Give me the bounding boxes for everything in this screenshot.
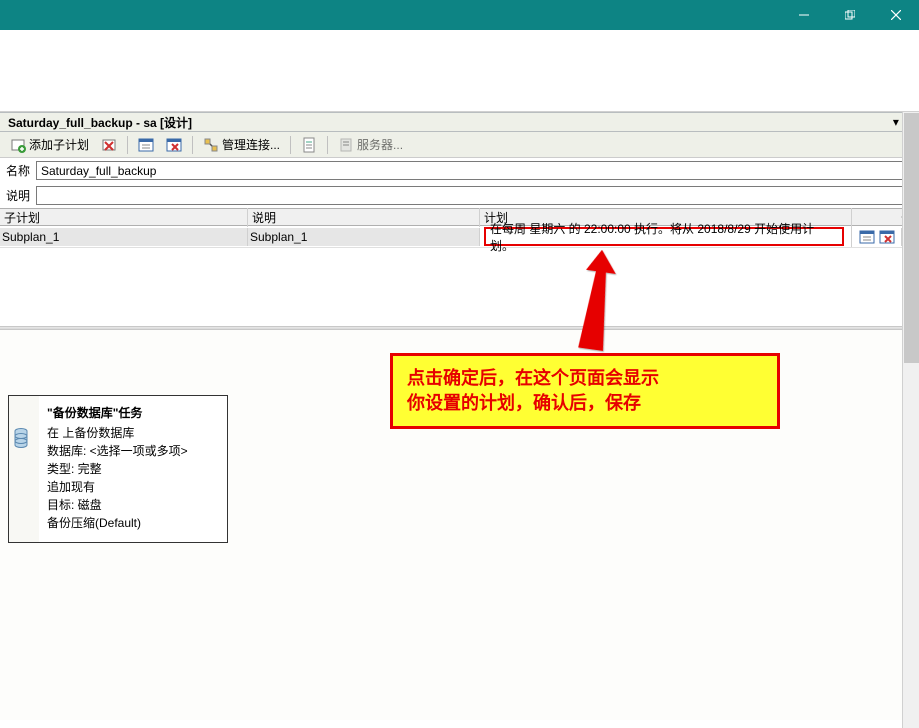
- task-line-4: 目标: 磁盘: [47, 496, 188, 514]
- backup-task-card[interactable]: "备份数据库"任务 在 上备份数据库 数据库: <选择一项或多项> 类型: 完整…: [8, 395, 228, 543]
- desc-label: 说明: [6, 187, 36, 204]
- task-title: "备份数据库"任务: [47, 404, 188, 422]
- task-line-2: 类型: 完整: [47, 460, 188, 478]
- manage-connections-button[interactable]: 管理连接...: [199, 134, 284, 155]
- subplan-plan-cell: 在每周 星期六 的 22:00:00 执行。将从 2018/8/29 开始使用计…: [484, 227, 844, 246]
- callout-line-2: 你设置的计划，确认后，保存: [407, 391, 763, 416]
- task-line-3: 追加现有: [47, 478, 188, 496]
- subplan-grid: 子计划 说明 计划 在每周 星期六 的 22:00:00 执行。将从 2018/…: [0, 208, 919, 248]
- delete-subplan-button[interactable]: [97, 135, 121, 155]
- callout-line-1: 点击确定后，在这个页面会显示: [407, 366, 763, 391]
- delete-schedule-button[interactable]: [879, 229, 895, 245]
- vertical-scrollbar[interactable]: [902, 112, 919, 728]
- connection-icon: [203, 137, 219, 153]
- report-icon: [301, 137, 317, 153]
- task-line-0: 在 上备份数据库: [47, 424, 188, 442]
- add-subplan-label: 添加子计划: [29, 136, 89, 153]
- edit-schedule-button[interactable]: [859, 229, 875, 245]
- desc-input[interactable]: [36, 186, 906, 205]
- servers-button[interactable]: 服务器...: [334, 134, 407, 155]
- calendar-icon: [138, 137, 154, 153]
- server-icon: [338, 137, 354, 153]
- remove-schedule-button[interactable]: [162, 135, 186, 155]
- annotation-callout: 点击确定后，在这个页面会显示 你设置的计划，确认后，保存: [390, 353, 780, 429]
- col-desc: 说明: [248, 208, 480, 227]
- database-icon: [13, 428, 29, 444]
- dropdown-icon[interactable]: ▾: [893, 115, 899, 129]
- subplan-name-cell[interactable]: [0, 228, 247, 246]
- toolbar: 添加子计划 管理连接... 服务器...: [0, 132, 919, 158]
- servers-label: 服务器...: [357, 136, 403, 153]
- minimize-button[interactable]: [781, 0, 827, 30]
- desc-row: 说明: [0, 183, 919, 208]
- subplan-desc-cell[interactable]: [248, 228, 479, 246]
- col-actions: [852, 216, 902, 218]
- task-line-1: 数据库: <选择一项或多项>: [47, 442, 188, 460]
- calendar-delete-icon: [166, 137, 182, 153]
- task-line-5: 备份压缩(Default): [47, 514, 188, 532]
- maximize-button[interactable]: [827, 0, 873, 30]
- add-subplan-button[interactable]: 添加子计划: [6, 134, 93, 155]
- grid-row[interactable]: 在每周 星期六 的 22:00:00 执行。将从 2018/8/29 开始使用计…: [0, 226, 919, 248]
- document-tab-bar: Saturday_full_backup - sa [设计] ▾ ✕: [0, 112, 919, 132]
- menubar-area: [0, 30, 919, 112]
- manage-connections-label: 管理连接...: [222, 136, 280, 153]
- close-button[interactable]: [873, 0, 919, 30]
- name-label: 名称: [6, 162, 36, 179]
- name-input[interactable]: [36, 161, 906, 180]
- delete-icon: [101, 137, 117, 153]
- name-row: 名称: [0, 158, 919, 183]
- schedule-button[interactable]: [134, 135, 158, 155]
- document-title: Saturday_full_backup - sa [设计]: [4, 112, 893, 133]
- report-button[interactable]: [297, 135, 321, 155]
- window-titlebar: [0, 0, 919, 30]
- add-icon: [10, 137, 26, 153]
- annotation-arrow: [570, 250, 630, 370]
- col-subplan: 子计划: [0, 208, 248, 227]
- scrollbar-thumb[interactable]: [904, 113, 919, 363]
